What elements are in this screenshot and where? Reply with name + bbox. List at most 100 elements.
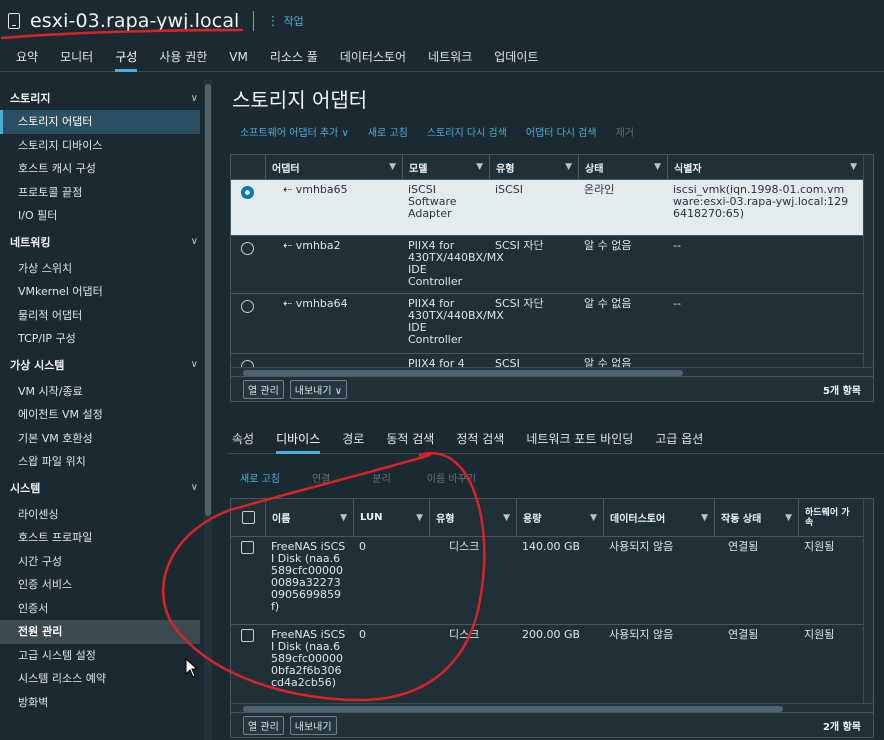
sidebar-item-vm-startup[interactable]: VM 시작/종료 [0,380,214,404]
tab-dynamic-discovery[interactable]: 동적 검색 [375,424,445,453]
sidebar-item-vm-compat[interactable]: 기본 VM 호환성 [0,427,214,451]
manage-columns-button[interactable]: 열 관리 [243,715,284,735]
tab-updates[interactable]: 업데이트 [483,44,549,71]
tab-paths[interactable]: 경로 [331,424,375,453]
sidebar-item-virtual-switches[interactable]: 가상 스위치 [0,257,214,281]
sidebar-item-time-config[interactable]: 시간 구성 [0,550,214,574]
grid-footer: 열 관리 내보내기 2개 항목 [231,712,873,737]
sidebar-item-auth-services[interactable]: 인증 서비스 [0,573,214,597]
tab-resource-pools[interactable]: 리소스 풀 [259,44,329,71]
sidebar-item-physical-adapters[interactable]: 물리적 어댑터 [0,304,214,328]
sidebar-item-storage-adapters[interactable]: 스토리지 어댑터 [0,110,200,134]
column-name[interactable]: 이름 ▼ [265,499,353,536]
column-identifier[interactable]: 식별자 ▼ [667,155,863,179]
column-operational-state[interactable]: 작동 상태 ▼ [714,499,798,536]
tab-datastores[interactable]: 데이터스토어 [329,44,417,71]
export-button[interactable]: 내보내기 [289,715,337,735]
sidebar-item-tcpip[interactable]: TCP/IP 구성 [0,327,214,351]
tab-permissions[interactable]: 사용 권한 [148,44,218,71]
column-lun[interactable]: LUN ▼ [353,499,429,536]
grid-vertical-scrollbar[interactable] [863,155,873,367]
sidebar-item-advanced-settings[interactable]: 고급 시스템 설정 [0,644,214,668]
filter-icon[interactable]: ▼ [416,513,423,523]
filter-icon[interactable]: ▼ [590,513,597,523]
column-datastore[interactable]: 데이터스토어 ▼ [603,499,714,536]
sidebar-section-system[interactable]: 시스템 ∨ [0,476,214,500]
sidebar-item-host-profile[interactable]: 호스트 프로파일 [0,526,214,550]
row-checkbox[interactable] [241,541,254,554]
top-tabs: 요약 모니터 구성 사용 권한 VM 리소스 풀 데이터스토어 네트워크 업데이… [0,44,884,72]
tab-monitor[interactable]: 모니터 [49,44,104,71]
attach-button[interactable]: 연결 [312,470,330,485]
sidebar-item-io-filters[interactable]: I/O 필터 [0,204,214,228]
actions-menu[interactable]: ⋮ 작업 [266,13,303,29]
tab-static-discovery[interactable]: 정적 검색 [445,424,515,453]
table-row[interactable]: ⇠ vmhba65 iSCSI Software Adapter iSCSI 온… [231,180,873,236]
sidebar-scroll-thumb[interactable] [205,84,211,516]
detach-button[interactable]: 분리 [372,470,390,485]
tab-networks[interactable]: 네트워크 [417,44,483,71]
sidebar-section-vm[interactable]: 가상 시스템 ∨ [0,353,214,377]
manage-columns-button[interactable]: 열 관리 [243,379,284,399]
column-status[interactable]: 상태 ▼ [578,155,667,179]
filter-icon[interactable]: ▼ [701,513,708,523]
filter-icon[interactable]: ▼ [389,162,396,172]
row-checkbox[interactable] [241,629,254,642]
chevron-down-icon: ∨ [190,482,198,493]
device-refresh-button[interactable]: 새로 고침 [240,470,280,485]
column-type[interactable]: 유형 ▼ [429,499,516,536]
column-type[interactable]: 유형 ▼ [489,155,578,179]
tab-port-binding[interactable]: 네트워크 포트 바인딩 [515,424,644,453]
grid-vertical-scrollbar[interactable] [863,499,873,703]
column-hw-accel[interactable]: 하드웨어 가속 [798,499,858,536]
refresh-button[interactable]: 새로 고침 [368,124,408,139]
rename-button[interactable]: 이름 바꾸기 [427,470,476,485]
tab-vms[interactable]: VM [218,44,259,71]
rescan-storage-button[interactable]: 스토리지 다시 검색 [427,124,507,139]
sidebar-item-licensing[interactable]: 라이센싱 [0,503,214,527]
remove-button[interactable]: 제거 [616,124,634,139]
table-row[interactable]: ⇠ vmhba64 PIIX4 for 430TX/440BX/MX IDE C… [231,294,873,354]
sidebar-item-agent-vm[interactable]: 에이전트 VM 설정 [0,403,214,427]
type-cell: 디스크 [449,628,480,641]
export-button[interactable]: 내보내기 ∨ [289,379,348,399]
tab-advanced-options[interactable]: 고급 옵션 [644,424,714,453]
sidebar-item-certificate[interactable]: 인증서 [0,597,214,621]
column-capacity[interactable]: 용량 ▼ [516,499,603,536]
sidebar-item-resource-reservation[interactable]: 시스템 리소스 예약 [0,667,214,691]
filter-icon[interactable]: ▼ [785,513,792,523]
tab-configure[interactable]: 구성 [104,44,148,72]
row-radio[interactable] [241,186,254,199]
column-adapter[interactable]: 어댑터 ▼ [265,155,402,179]
sidebar-item-swap-location[interactable]: 스왑 파일 위치 [0,450,214,474]
filter-icon[interactable]: ▼ [850,162,857,172]
row-radio[interactable] [241,242,254,255]
select-all-checkbox[interactable] [241,511,255,524]
table-row[interactable]: PIIX4 for 4 SCSI 알 수 없음 [231,354,873,368]
sidebar-item-storage-devices[interactable]: 스토리지 디바이스 [0,134,214,158]
tab-summary[interactable]: 요약 [0,44,49,71]
rescan-adapter-button[interactable]: 어댑터 다시 검색 [526,124,597,139]
add-software-adapter-button[interactable]: 소프트웨어 어댑터 추가 ∨ [240,124,349,139]
row-radio[interactable] [241,300,254,313]
table-row[interactable]: FreeNAS iSCSI Disk (naa.6589cfc000000bfa… [231,625,873,713]
tab-properties[interactable]: 속성 [228,424,265,453]
filter-icon[interactable]: ▼ [340,513,347,523]
sidebar-item-vmkernel-adapters[interactable]: VMkernel 어댑터 [0,280,214,304]
table-row[interactable]: ⇠ vmhba2 PIIX4 for 430TX/440BX/MX IDE Co… [231,236,873,294]
filter-icon[interactable]: ▼ [565,162,572,172]
filter-icon[interactable]: ▼ [654,162,661,172]
sidebar-item-power-management[interactable]: 전원 관리 [0,620,200,644]
sidebar-section-networking[interactable]: 네트워킹 ∨ [0,230,214,254]
column-model[interactable]: 모델 ▼ [402,155,489,179]
filter-icon[interactable]: ▼ [503,513,510,523]
sidebar-item-firewall[interactable]: 방화벽 [0,691,214,715]
filter-icon[interactable]: ▼ [476,162,483,172]
column-label: 유형 [496,163,515,175]
sidebar-section-storage[interactable]: 스토리지 ∨ [0,86,214,110]
tab-devices[interactable]: 디바이스 [265,424,331,454]
sidebar-item-protocol-endpoints[interactable]: 프로토콜 끝점 [0,181,214,205]
header-divider [253,11,255,31]
table-row[interactable]: FreeNAS iSCSI Disk (naa.6589cfc000000089… [231,537,873,625]
sidebar-item-host-cache[interactable]: 호스트 캐시 구성 [0,157,214,181]
